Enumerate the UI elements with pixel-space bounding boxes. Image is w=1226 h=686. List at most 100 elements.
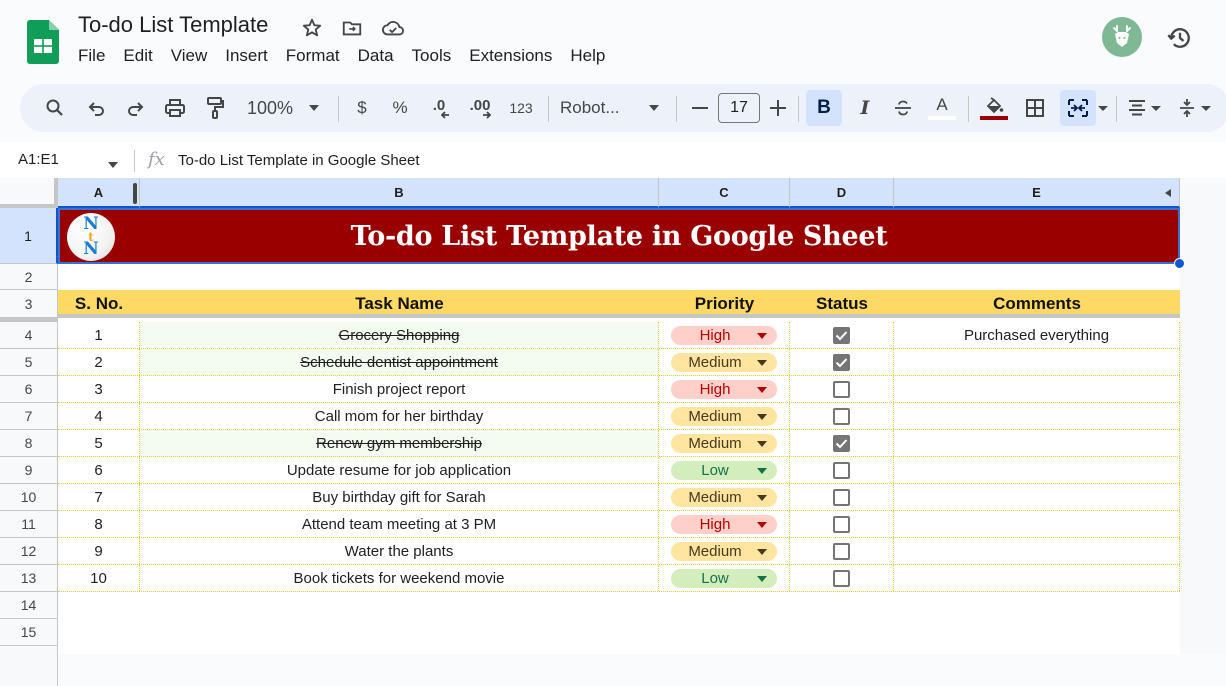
scroll-left-arrow-icon[interactable] <box>1165 189 1171 197</box>
row-header[interactable]: 10 <box>0 484 58 511</box>
row-header[interactable]: 6 <box>0 376 58 403</box>
font-size-input[interactable]: 17 <box>718 93 760 123</box>
task-name-cell[interactable]: Book tickets for weekend movie <box>140 565 659 591</box>
row-header[interactable]: 12 <box>0 538 58 565</box>
valign-dropdown-caret[interactable] <box>1200 84 1212 132</box>
task-name-cell[interactable]: Call mom for her birthday <box>140 403 659 429</box>
menu-data[interactable]: Data <box>358 46 394 66</box>
serial-no-cell[interactable]: 7 <box>58 484 140 510</box>
status-checkbox[interactable] <box>833 515 850 533</box>
serial-no-cell[interactable]: 1 <box>58 322 140 348</box>
formula-input[interactable]: To-do List Template in Google Sheet <box>178 152 420 169</box>
status-checkbox[interactable] <box>833 488 850 506</box>
priority-cell[interactable]: Medium <box>659 349 790 375</box>
row-header[interactable]: 9 <box>0 457 58 484</box>
menu-file[interactable]: File <box>78 46 105 66</box>
task-name-cell[interactable]: Update resume for job application <box>140 457 659 483</box>
header-priority[interactable]: Priority <box>659 290 790 318</box>
print-button[interactable] <box>160 84 190 132</box>
status-checkbox[interactable] <box>833 434 850 452</box>
zoom-dropdown-caret[interactable] <box>304 84 324 132</box>
serial-no-cell[interactable]: 9 <box>58 538 140 564</box>
star-icon[interactable] <box>300 16 324 40</box>
comment-cell[interactable] <box>894 511 1180 537</box>
priority-chip-dropdown[interactable]: Medium <box>671 352 777 372</box>
priority-chip-dropdown[interactable]: Medium <box>671 487 777 507</box>
row-header[interactable]: 3 <box>0 290 58 318</box>
column-header-c[interactable]: C <box>659 178 790 208</box>
row-header[interactable]: 8 <box>0 430 58 457</box>
paint-format-button[interactable] <box>200 84 230 132</box>
font-dropdown-caret[interactable] <box>644 84 664 132</box>
priority-chip-dropdown[interactable]: High <box>671 514 777 534</box>
italic-button[interactable]: I <box>850 84 880 132</box>
cloud-saved-icon[interactable] <box>381 16 405 40</box>
title-banner[interactable]: N t N To-do List Template in Google Shee… <box>58 208 1180 264</box>
menu-insert[interactable]: Insert <box>225 46 268 66</box>
priority-chip-dropdown[interactable]: Low <box>671 460 777 480</box>
row-header[interactable]: 14 <box>0 592 58 619</box>
undo-button[interactable] <box>82 84 112 132</box>
comment-cell[interactable] <box>894 403 1180 429</box>
comment-cell[interactable] <box>894 484 1180 510</box>
priority-cell[interactable]: Low <box>659 565 790 591</box>
priority-cell[interactable]: Medium <box>659 484 790 510</box>
vertical-align-button[interactable] <box>1174 84 1200 132</box>
row-header[interactable]: 7 <box>0 403 58 430</box>
more-formats-button[interactable]: 123 <box>504 84 538 132</box>
serial-no-cell[interactable]: 2 <box>58 349 140 375</box>
version-history-icon[interactable] <box>1166 24 1194 52</box>
priority-chip-dropdown[interactable]: Medium <box>671 406 777 426</box>
comment-cell[interactable] <box>894 538 1180 564</box>
status-checkbox[interactable] <box>833 569 850 587</box>
merge-dropdown-caret[interactable] <box>1096 84 1110 132</box>
task-name-cell[interactable]: Water the plants <box>140 538 659 564</box>
fill-color-button[interactable] <box>978 84 1010 132</box>
status-checkbox[interactable] <box>833 353 850 371</box>
row-header[interactable]: 1 <box>0 208 58 264</box>
merge-cells-button[interactable] <box>1060 90 1096 126</box>
comment-cell[interactable]: Purchased everything <box>894 322 1180 348</box>
comment-cell[interactable] <box>894 430 1180 456</box>
task-name-cell[interactable]: Schedule dentist appointment <box>140 349 659 375</box>
column-header-a[interactable]: A <box>58 178 140 208</box>
increase-decimal-button[interactable]: .00 <box>464 84 496 132</box>
priority-chip-dropdown[interactable]: Medium <box>671 433 777 453</box>
row-header[interactable]: 5 <box>0 349 58 376</box>
menu-view[interactable]: View <box>171 46 208 66</box>
comment-cell[interactable] <box>894 349 1180 375</box>
priority-cell[interactable]: High <box>659 376 790 402</box>
status-checkbox[interactable] <box>833 542 850 560</box>
serial-no-cell[interactable]: 3 <box>58 376 140 402</box>
search-menus-button[interactable] <box>40 84 70 132</box>
google-sheets-logo-icon[interactable] <box>27 20 59 64</box>
task-name-cell[interactable]: Attend team meeting at 3 PM <box>140 511 659 537</box>
menu-extensions[interactable]: Extensions <box>469 46 552 66</box>
name-box-dropdown[interactable] <box>107 156 119 174</box>
priority-cell[interactable]: Low <box>659 457 790 483</box>
font-family-select[interactable]: Robot... <box>560 84 628 132</box>
row-header[interactable]: 4 <box>0 322 58 349</box>
increase-font-size-button[interactable] <box>766 84 790 132</box>
header-comments[interactable]: Comments <box>894 290 1180 318</box>
status-checkbox[interactable] <box>833 380 850 398</box>
menu-tools[interactable]: Tools <box>412 46 452 66</box>
priority-cell[interactable]: High <box>659 322 790 348</box>
serial-no-cell[interactable]: 8 <box>58 511 140 537</box>
header-task-name[interactable]: Task Name <box>140 290 659 318</box>
status-checkbox[interactable] <box>833 407 850 425</box>
move-to-folder-icon[interactable] <box>340 16 364 40</box>
priority-cell[interactable]: Medium <box>659 538 790 564</box>
row-header[interactable]: 15 <box>0 619 58 646</box>
status-checkbox[interactable] <box>833 461 850 479</box>
column-header-d[interactable]: D <box>790 178 894 208</box>
serial-no-cell[interactable]: 6 <box>58 457 140 483</box>
user-avatar[interactable] <box>1102 17 1142 57</box>
column-header-e[interactable]: E <box>894 178 1180 208</box>
priority-cell[interactable]: High <box>659 511 790 537</box>
status-checkbox[interactable] <box>833 326 850 344</box>
priority-cell[interactable]: Medium <box>659 403 790 429</box>
decrease-font-size-button[interactable] <box>688 84 712 132</box>
freeze-handle[interactable] <box>133 183 137 204</box>
priority-chip-dropdown[interactable]: High <box>671 379 777 399</box>
